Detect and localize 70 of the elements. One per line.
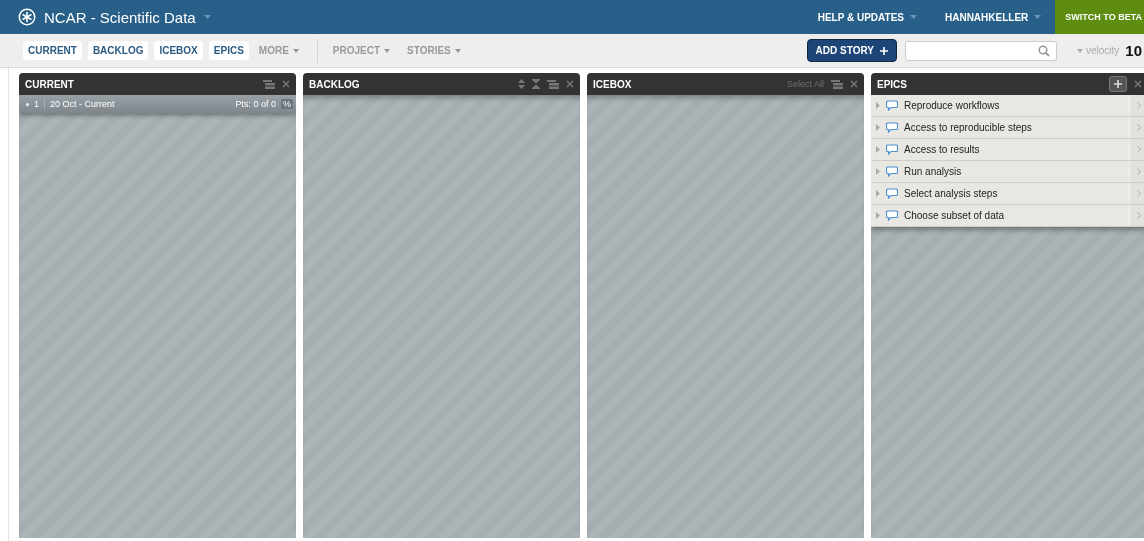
chevron-right-icon[interactable] — [1137, 102, 1141, 109]
chevron-right-icon[interactable] — [1137, 212, 1141, 219]
epic-row[interactable]: Access to reproducible steps — [871, 117, 1144, 139]
panel-title: EPICS — [877, 78, 907, 90]
chevron-right-icon[interactable] — [1137, 146, 1141, 153]
plus-icon[interactable] — [1114, 80, 1122, 88]
project-title[interactable]: NCAR - Scientific Data — [44, 8, 196, 26]
speech-bubble-icon — [886, 188, 898, 199]
logo-icon — [18, 8, 36, 26]
epic-row[interactable]: Reproduce workflows — [871, 95, 1144, 117]
add-story-button[interactable]: ADD STORY — [806, 39, 897, 62]
collapse-icon[interactable] — [532, 79, 540, 89]
close-icon[interactable] — [1134, 80, 1142, 88]
iteration-dates: 20 Oct - Current — [50, 99, 116, 109]
iteration-header[interactable]: 1 20 Oct - Current Pts: 0 of 0 % — [19, 95, 296, 113]
top-menu[interactable]: HELP & UPDATES — [803, 0, 931, 34]
add-epic-button[interactable] — [1109, 76, 1127, 92]
caret-icon[interactable] — [384, 48, 391, 53]
caret-icon[interactable] — [910, 15, 917, 19]
close-icon[interactable] — [566, 80, 574, 88]
stack-icon[interactable] — [263, 79, 275, 89]
expand-icon[interactable] — [876, 102, 880, 109]
panel-toggle[interactable]: BACKLOG — [87, 41, 149, 60]
panel-title: BACKLOG — [309, 78, 360, 90]
stack-icon[interactable] — [831, 79, 843, 89]
epic-row[interactable]: Select analysis steps — [871, 183, 1144, 205]
expand-icon[interactable] — [876, 168, 880, 175]
speech-bubble-icon — [886, 144, 898, 155]
caret-icon[interactable] — [292, 48, 299, 53]
panel-toggle[interactable]: ICEBOX — [154, 41, 203, 60]
epic-name: Access to reproducible steps — [904, 122, 1033, 133]
caret-icon[interactable] — [454, 48, 461, 53]
epic-name: Choose subset of data — [904, 210, 1006, 221]
caret-icon[interactable] — [203, 15, 211, 19]
close-icon[interactable] — [850, 80, 858, 88]
caret-icon[interactable] — [1034, 15, 1042, 19]
expand-icon[interactable] — [876, 146, 880, 153]
close-icon[interactable] — [282, 80, 290, 88]
chevron-right-icon[interactable] — [1137, 190, 1141, 197]
iteration-points: Pts: 0 of 0 — [235, 99, 276, 109]
iteration-number: 1 — [34, 99, 45, 109]
expand-icon[interactable] — [876, 212, 880, 219]
percent-toggle[interactable]: % — [281, 99, 293, 109]
epic-name: Run analysis — [904, 166, 963, 177]
epic-row[interactable]: Choose subset of data — [871, 205, 1144, 227]
panel-toggle[interactable]: EPICS — [208, 41, 249, 60]
epic-name: Select analysis steps — [904, 188, 999, 199]
velocity-value: 10 — [1125, 42, 1142, 59]
caret-icon[interactable] — [1076, 48, 1083, 53]
search-field[interactable] — [904, 40, 1057, 61]
speech-bubble-icon — [886, 100, 898, 111]
chevron-right-icon[interactable] — [1137, 124, 1141, 131]
search-icon[interactable] — [1037, 44, 1050, 57]
epic-row[interactable]: Run analysis — [871, 161, 1144, 183]
expand-icon[interactable] — [876, 124, 880, 131]
chevron-right-icon[interactable] — [1137, 168, 1141, 175]
epic-name: Reproduce workflows — [904, 100, 1001, 111]
sort-icon[interactable] — [518, 79, 525, 89]
panel-title: CURRENT — [25, 78, 74, 90]
stack-icon[interactable] — [547, 79, 559, 89]
panel-toggle[interactable]: CURRENT — [23, 41, 82, 60]
speech-bubble-icon — [886, 210, 898, 221]
panel-title: ICEBOX — [593, 78, 632, 90]
speech-bubble-icon — [886, 122, 898, 133]
beta-button[interactable]: SWITCH TO BETA — [1055, 0, 1144, 34]
expand-icon[interactable] — [876, 190, 880, 197]
speech-bubble-icon — [886, 166, 898, 177]
top-menu[interactable]: HANNAHKELLER — [931, 0, 1056, 34]
epic-row[interactable]: Access to results — [871, 139, 1144, 161]
epic-name: Access to results — [904, 144, 981, 155]
